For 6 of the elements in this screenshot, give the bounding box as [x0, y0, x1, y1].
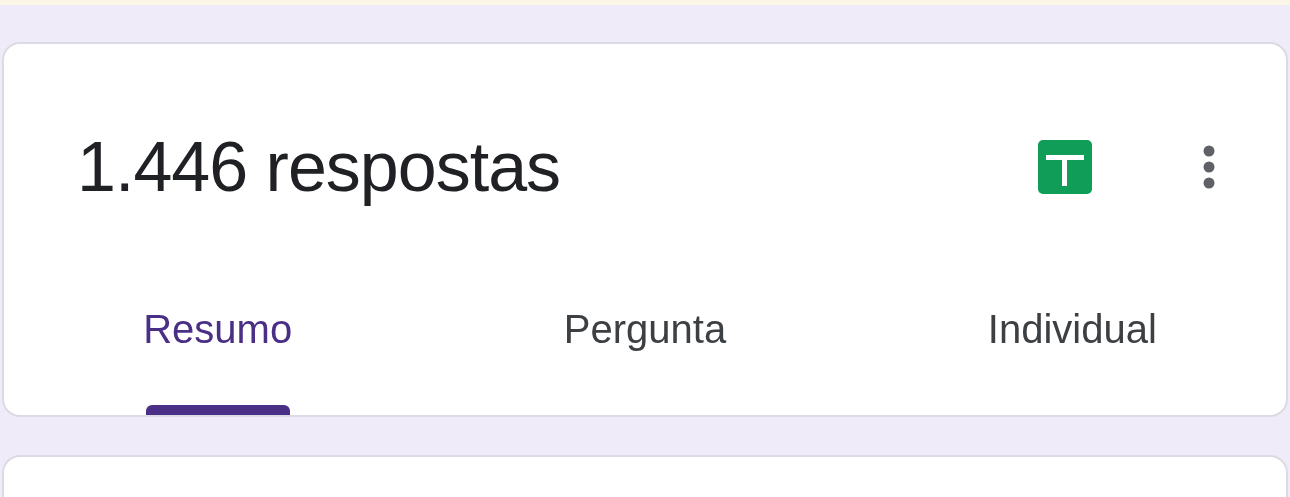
responses-title: 1.446 respostas [77, 127, 562, 207]
tab[interactable]: Resumo [4, 273, 432, 416]
spreadsheet-icon[interactable] [1038, 140, 1092, 194]
tab[interactable]: Pergunta [431, 273, 859, 416]
tab[interactable]: Individual [858, 273, 1286, 416]
more-options-icon[interactable] [1202, 145, 1216, 189]
